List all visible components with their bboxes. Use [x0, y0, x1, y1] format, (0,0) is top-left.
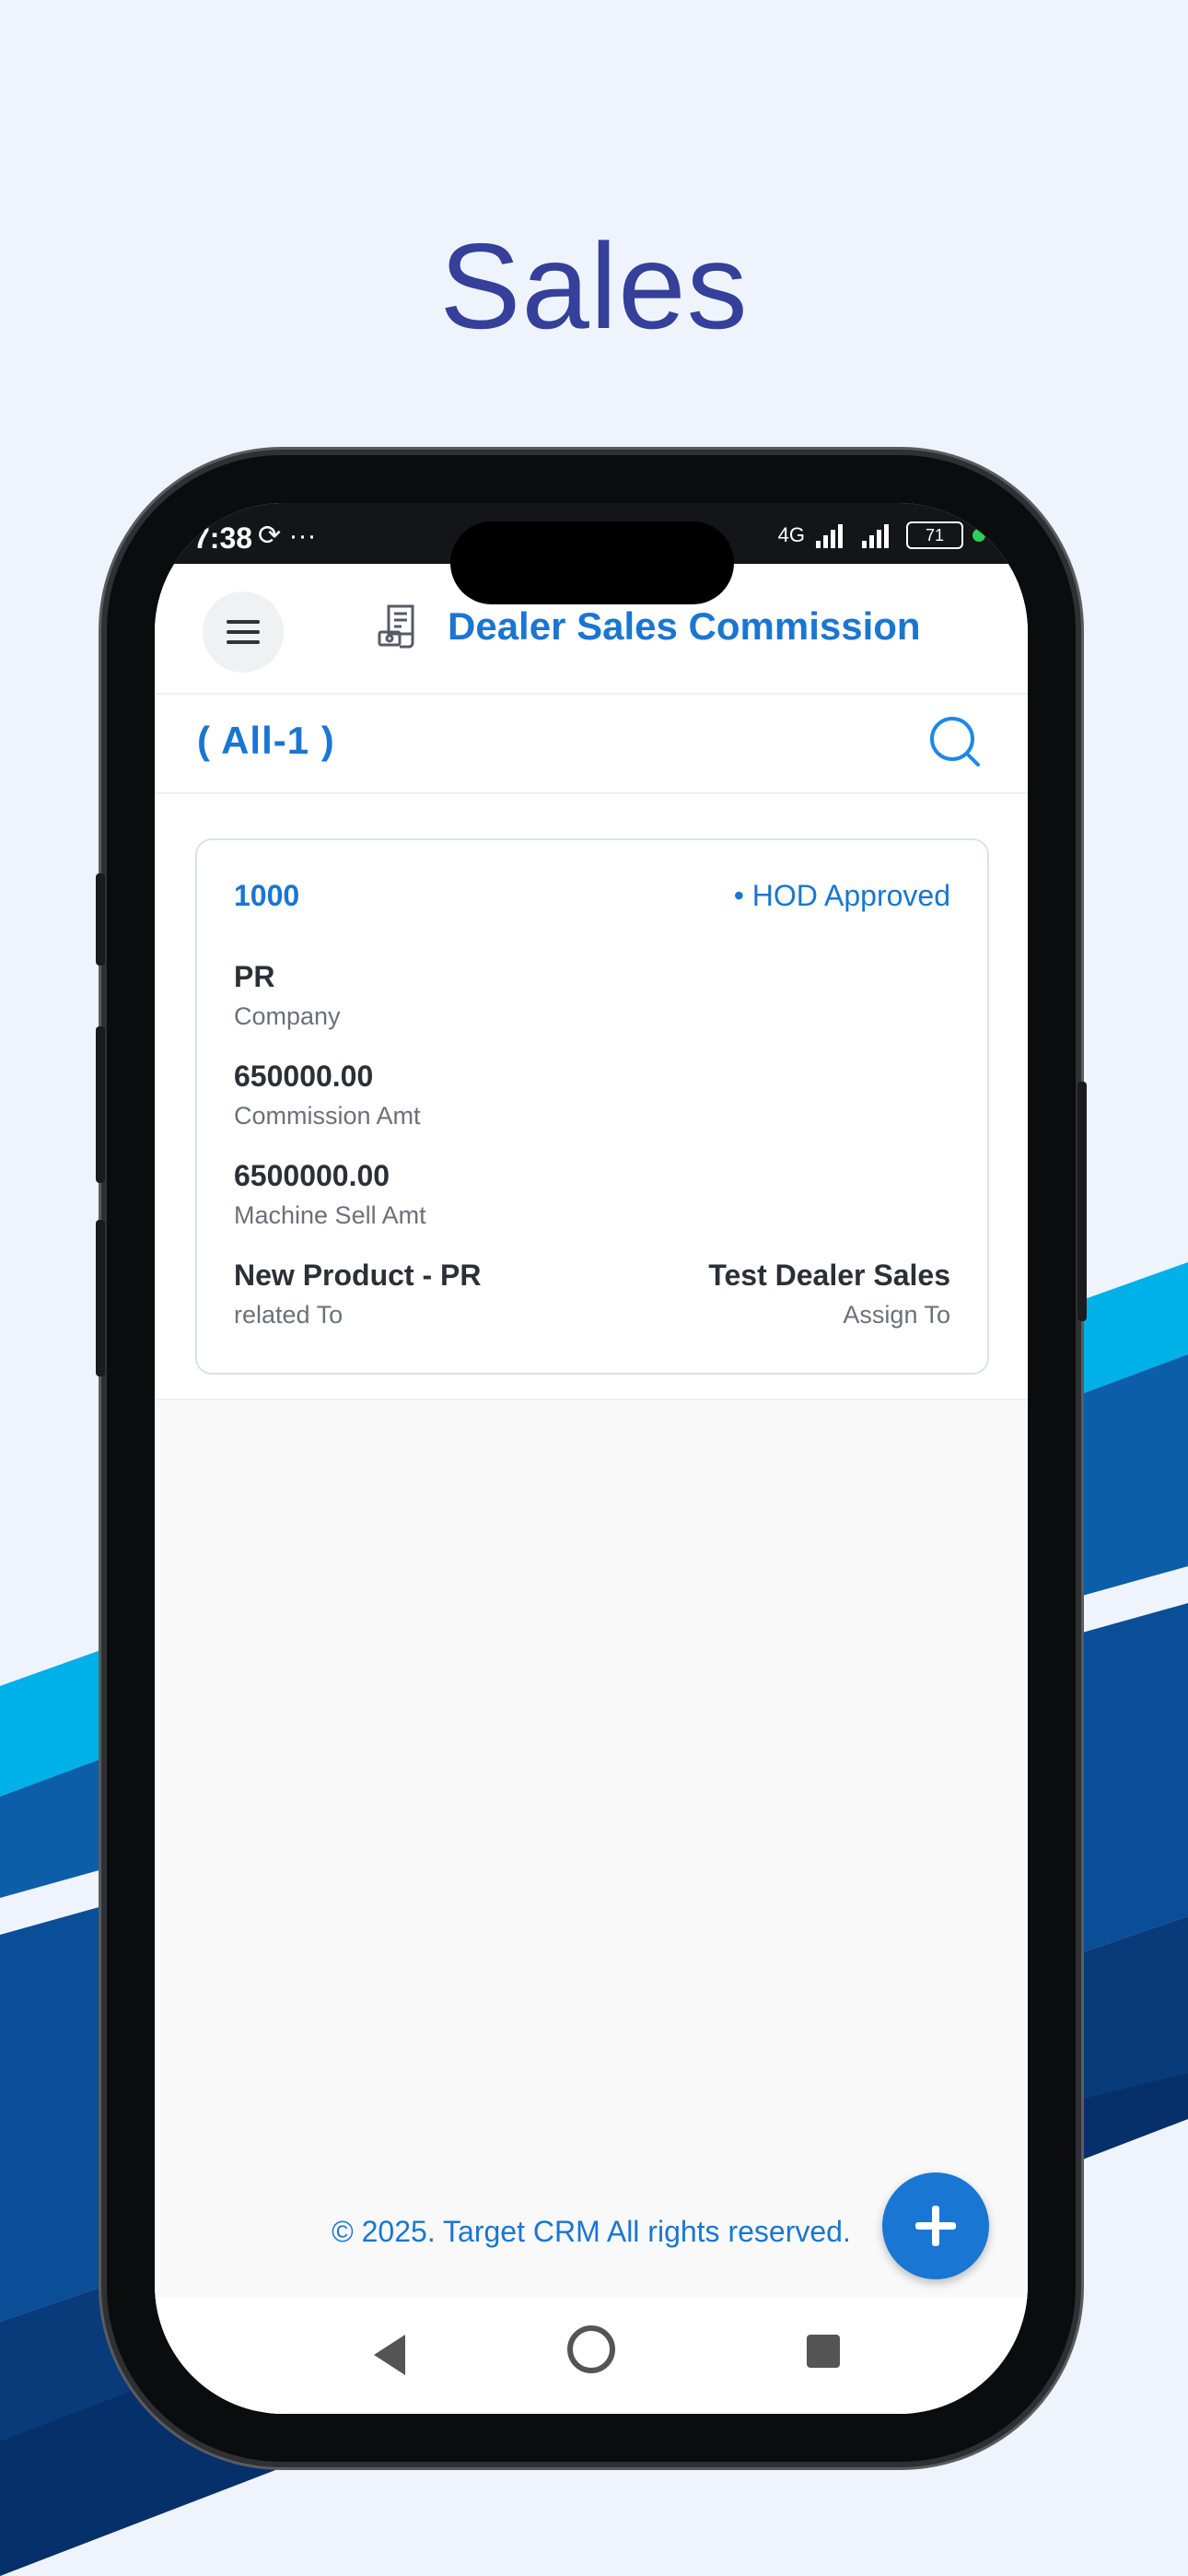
related-to-label: related To: [234, 1301, 344, 1329]
record-card[interactable]: 1000 • HOD Approved PR Company 650000.00…: [195, 838, 989, 1375]
battery-icon: 71: [906, 521, 963, 549]
commission-doc-icon: [378, 604, 414, 649]
app-title: Dealer Sales Commission: [448, 604, 921, 648]
search-button[interactable]: [926, 713, 984, 770]
phone-screen: 7:38 ⟳ ··· 4G 71 Dealer Sales Commission…: [155, 503, 1028, 2414]
home-icon[interactable]: [567, 2325, 615, 2373]
hamburger-icon: [227, 640, 260, 644]
machine-sell-amt-value: 6500000.00: [234, 1159, 390, 1192]
dynamic-island: [450, 521, 734, 604]
power-button: [1077, 1082, 1087, 1321]
company-value: PR: [234, 960, 275, 993]
add-record-button[interactable]: [882, 2172, 989, 2279]
menu-button[interactable]: [203, 591, 284, 673]
assign-to-value: Test Dealer Sales: [708, 1259, 950, 1292]
status-time: 7:38: [193, 521, 253, 555]
commission-amt-label: Commission Amt: [234, 1102, 421, 1130]
company-label: Company: [234, 1002, 341, 1030]
side-button: [96, 1026, 105, 1183]
phone-frame: 7:38 ⟳ ··· 4G 71 Dealer Sales Commission…: [96, 455, 1087, 2462]
filter-bar: ( All-1 ): [155, 695, 1028, 794]
side-button: [96, 873, 105, 966]
page-headline: Sales: [439, 218, 749, 354]
related-to-value: New Product - PR: [234, 1259, 482, 1292]
commission-amt-value: 650000.00: [234, 1060, 374, 1093]
signal-icon: [862, 524, 889, 548]
hamburger-icon: [227, 620, 260, 624]
privacy-dot-icon: [973, 529, 985, 542]
system-nav-bar: [155, 2298, 1028, 2414]
plus-icon: [915, 2206, 956, 2246]
app-title-group: Dealer Sales Commission: [376, 601, 921, 652]
records-list: 1000 • HOD Approved PR Company 650000.00…: [155, 794, 1028, 1400]
network-type: 4G: [777, 523, 805, 546]
search-icon: [930, 717, 980, 767]
status-indicators: 4G 71: [778, 521, 985, 549]
signal-icon: [816, 524, 843, 548]
status-notification-icons: ⟳ ···: [258, 521, 317, 551]
side-button: [96, 1220, 105, 1376]
machine-sell-amt-label: Machine Sell Amt: [234, 1201, 426, 1229]
status-badge: • HOD Approved: [733, 879, 950, 912]
filter-dropdown[interactable]: ( All-1 ): [197, 719, 335, 763]
record-id: 1000: [234, 879, 300, 912]
back-icon[interactable]: [374, 2335, 405, 2375]
recents-icon[interactable]: [807, 2335, 840, 2368]
hamburger-icon: [227, 630, 260, 634]
assign-to-label: Assign To: [843, 1301, 950, 1329]
